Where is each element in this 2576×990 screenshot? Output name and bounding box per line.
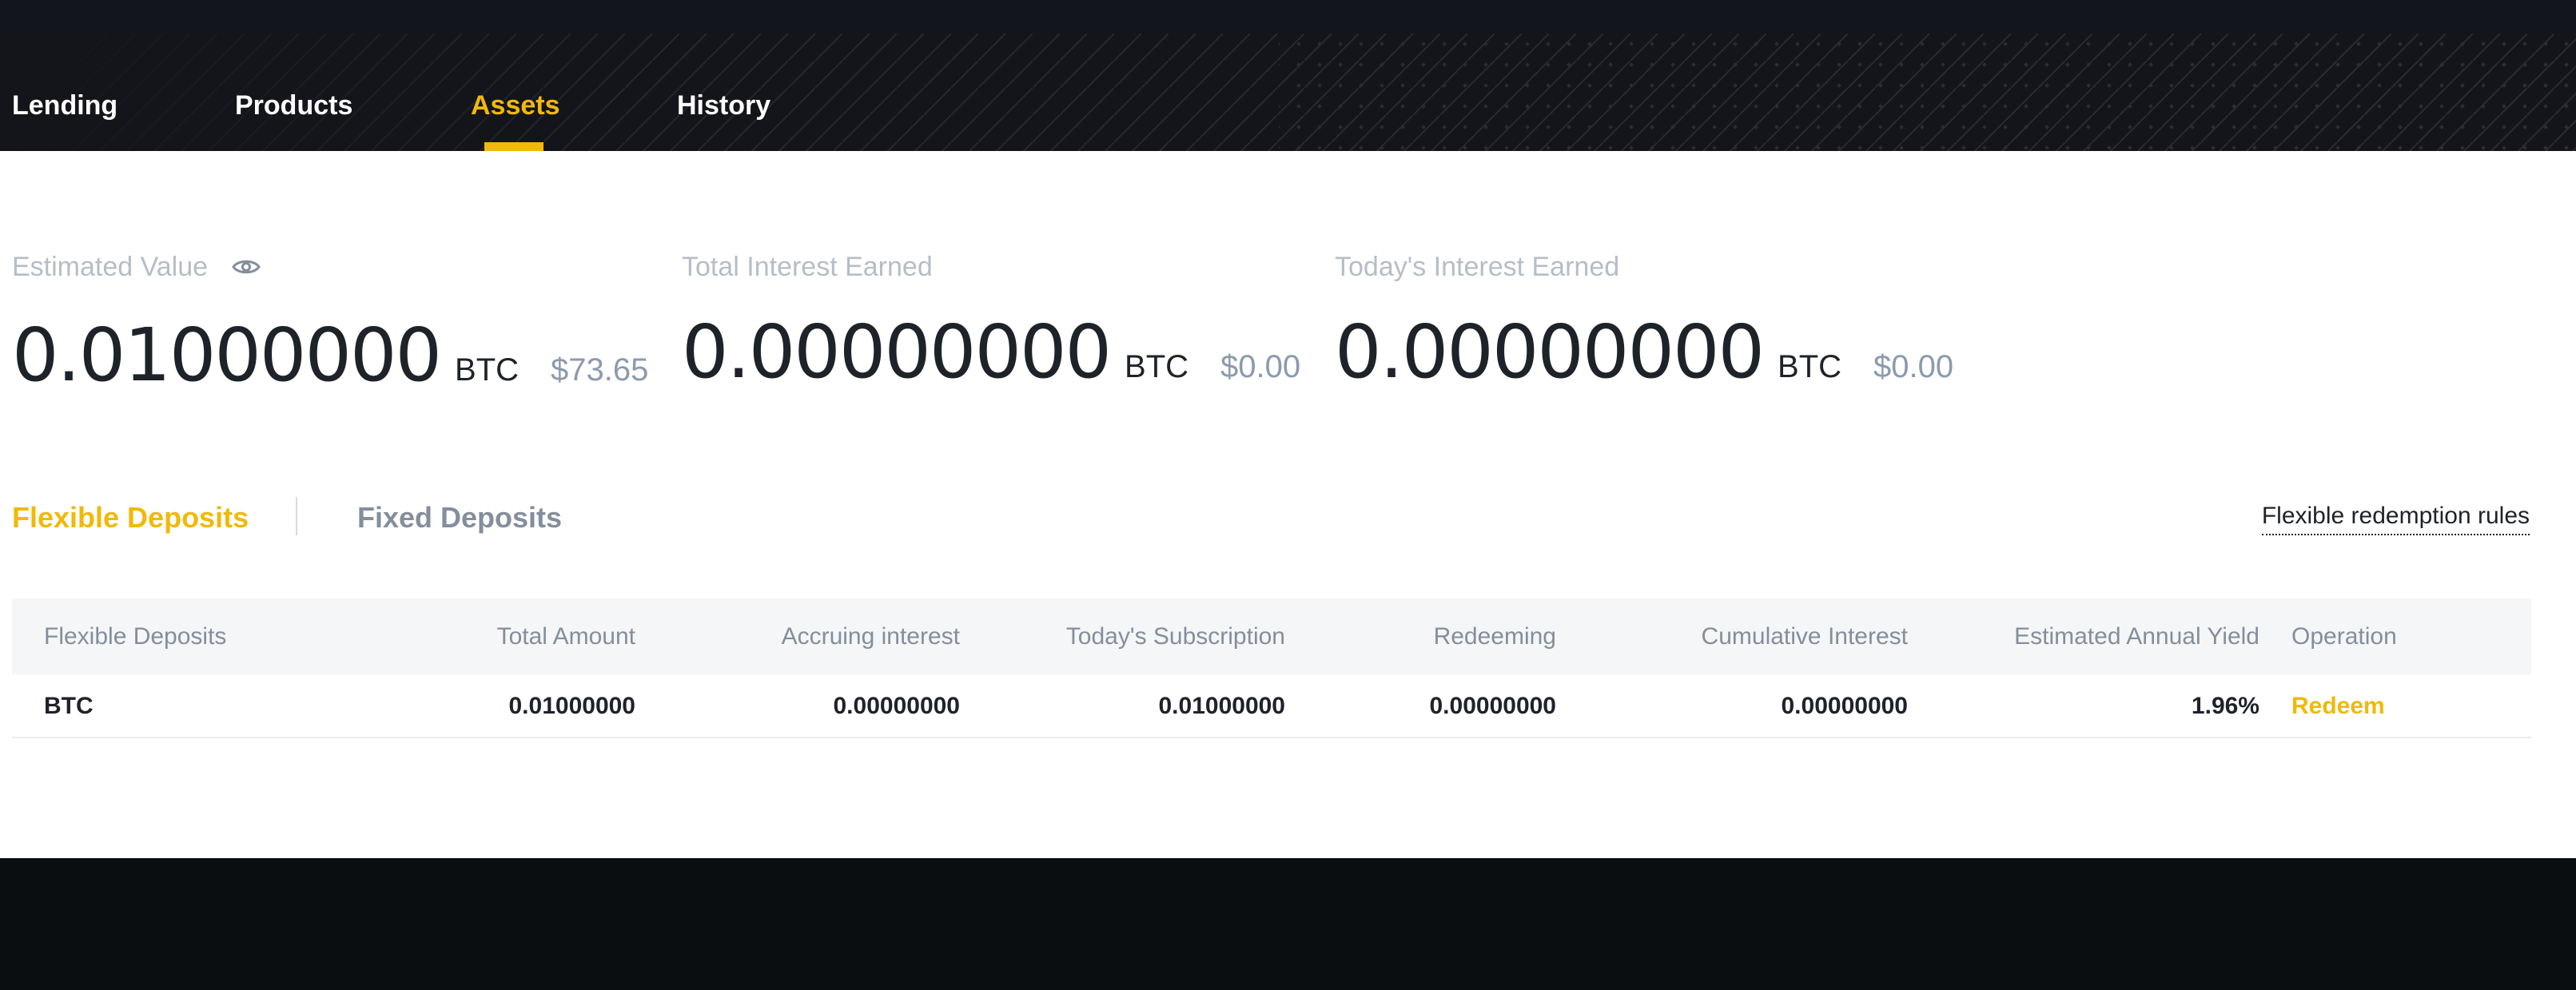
column-header-accruing-interest: Accruing interest xyxy=(781,623,960,650)
page-footer xyxy=(0,858,2576,990)
column-header-cumulative-interest: Cumulative Interest xyxy=(1701,623,1908,650)
metric-unit: BTC xyxy=(455,352,520,388)
nav-item-lending[interactable]: Lending xyxy=(12,88,117,123)
column-header-total-amount: Total Amount xyxy=(496,623,635,650)
metric-estimated-value: Estimated Value 0.01000000 BTC $73.65 xyxy=(12,250,648,396)
column-header-todays-subscription: Today's Subscription xyxy=(1065,623,1285,650)
cell-redeeming: 0.00000000 xyxy=(1429,693,1557,719)
column-header-redeeming: Redeeming xyxy=(1433,623,1556,650)
nav-item-assets[interactable]: Assets xyxy=(471,88,560,123)
tab-fixed-deposits[interactable]: Fixed Deposits xyxy=(357,495,562,540)
redeem-button[interactable]: Redeem xyxy=(2291,690,2385,722)
nav-background-pattern xyxy=(0,34,2576,151)
metric-value: 0.00000000 xyxy=(1335,309,1765,395)
metric-fiat-value: $0.00 xyxy=(1873,349,1954,384)
nav-item-products[interactable]: Products xyxy=(235,88,352,123)
metric-todays-interest-earned: Today's Interest Earned 0.00000000 BTC $… xyxy=(1335,250,1953,392)
metric-unit: BTC xyxy=(1125,349,1189,384)
nav-item-history[interactable]: History xyxy=(677,88,770,123)
metric-fiat-value: $73.65 xyxy=(551,352,649,388)
cell-todays-subscription: 0.01000000 xyxy=(1158,693,1286,719)
cell-cumulative-interest: 0.00000000 xyxy=(1781,693,1909,719)
column-header-asset: Flexible Deposits xyxy=(44,623,227,650)
metric-unit: BTC xyxy=(1778,349,1842,384)
table-header: Flexible Deposits Total Amount Accruing … xyxy=(12,598,2531,674)
column-header-estimated-annual-yield: Estimated Annual Yield xyxy=(2014,623,2259,650)
metric-value: 0.01000000 xyxy=(12,312,442,398)
flexible-redemption-rules-link[interactable]: Flexible redemption rules xyxy=(2261,499,2530,535)
cell-total-amount: 0.01000000 xyxy=(508,693,636,719)
table-row: BTC 0.01000000 0.00000000 0.01000000 0.0… xyxy=(12,674,2531,738)
top-bar xyxy=(0,0,2576,34)
column-header-operation: Operation xyxy=(2291,623,2397,650)
nav-active-indicator xyxy=(484,142,543,151)
metric-value: 0.00000000 xyxy=(682,309,1112,395)
metric-label: Today's Interest Earned xyxy=(1335,252,1620,282)
cell-accruing-interest: 0.00000000 xyxy=(833,693,961,719)
deposit-tabs: Flexible Deposits Fixed Deposits Flexibl… xyxy=(0,495,2576,540)
deposits-table: Flexible Deposits Total Amount Accruing … xyxy=(12,598,2531,738)
metric-total-interest-earned: Total Interest Earned 0.00000000 BTC $0.… xyxy=(682,250,1300,392)
metric-label: Total Interest Earned xyxy=(682,252,933,282)
cell-asset: BTC xyxy=(44,693,94,719)
cell-annual-yield: 1.96% xyxy=(2191,693,2259,719)
top-navigation: Lending Products Assets History xyxy=(0,34,2576,151)
tab-flexible-deposits[interactable]: Flexible Deposits xyxy=(12,495,249,540)
metric-fiat-value: $0.00 xyxy=(1220,349,1301,384)
eye-icon[interactable] xyxy=(232,257,261,276)
tab-divider xyxy=(296,497,297,535)
metric-label: Estimated Value xyxy=(12,252,209,282)
